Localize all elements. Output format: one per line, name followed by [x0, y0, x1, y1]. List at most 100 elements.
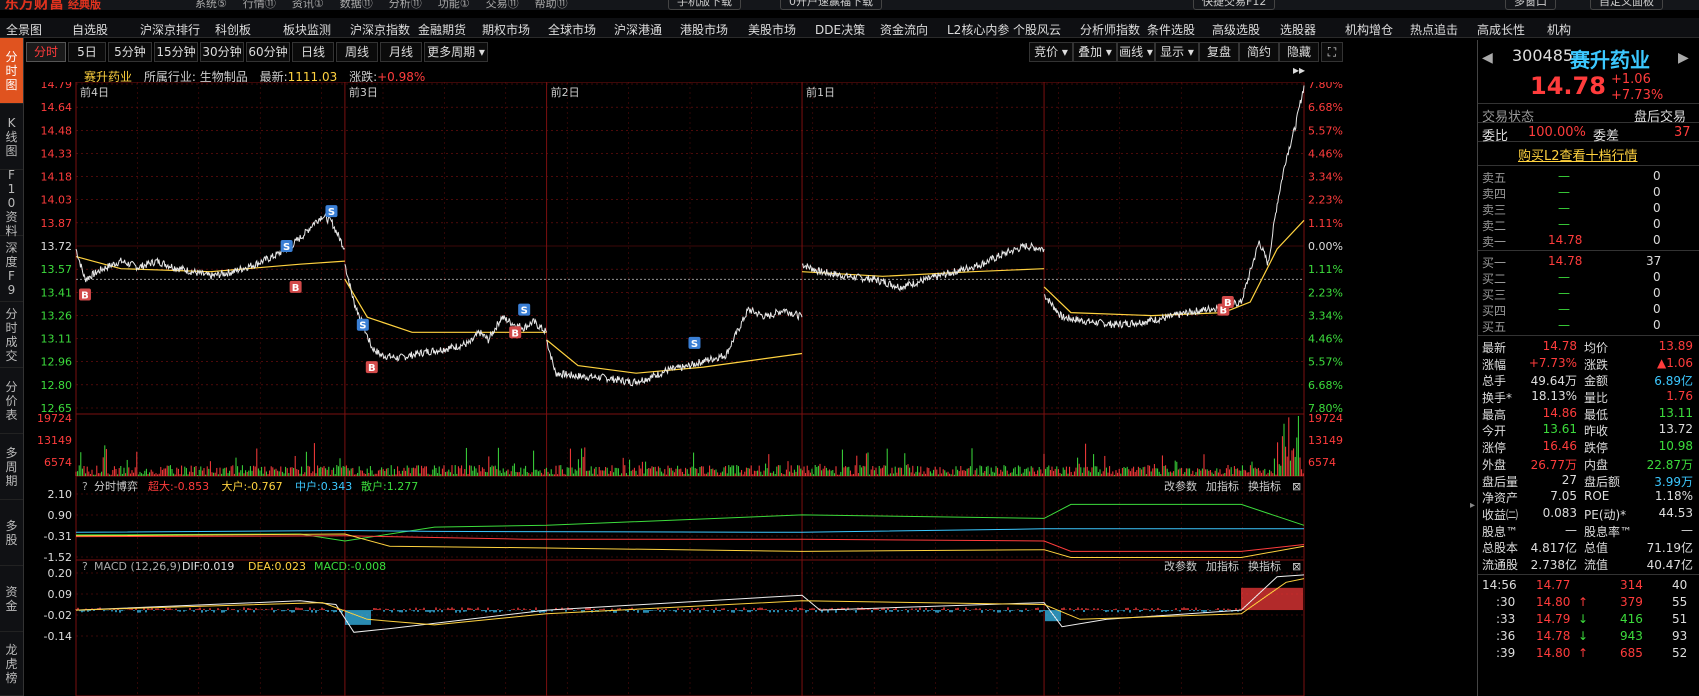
nav-item[interactable]: 全球市场 [548, 21, 596, 37]
period-tab[interactable]: 周线 [336, 42, 378, 62]
nav-item[interactable]: 沪深京排行 [140, 21, 200, 37]
nav-item[interactable]: 热点追击 [1410, 21, 1458, 37]
stat-label: 跌停 [1584, 441, 1609, 456]
nav-item[interactable]: 科创板 [215, 21, 251, 37]
stat-row: 最高 14.86 最低 13.11 [1478, 405, 1699, 422]
menu-analysis[interactable]: 分析⑪ [389, 0, 422, 10]
nav-item[interactable]: 个股风云 [1013, 21, 1061, 37]
custom-panel-button[interactable]: 自定义面板 [1590, 0, 1663, 10]
sidebar-tab[interactable]: 分价表 [0, 368, 23, 434]
period-tab[interactable]: 日线 [292, 42, 334, 62]
intraday-chart[interactable]: 14.79 7.80% 14.64 6.68% 14.48 5.57% 14.33 4.46%… [24, 82, 1474, 696]
avg-price-line [344, 278, 547, 333]
chart-toolbar-button[interactable]: 叠加 ▾ [1073, 42, 1117, 62]
sidebar-tab[interactable]: F10资料 [0, 168, 23, 238]
next-stock-icon[interactable]: ▶ [1678, 50, 1689, 66]
menu-trade[interactable]: 交易⑪ [486, 0, 519, 10]
sidebar-tab[interactable]: 资金 [0, 566, 23, 632]
period-tab[interactable]: 分时 [26, 42, 66, 62]
nav-item[interactable]: 高成长性 [1477, 21, 1525, 37]
signal-letter: B [511, 328, 519, 339]
chart-toolbar-button[interactable]: 显示 ▾ [1155, 42, 1199, 62]
arrow-down-icon: ↓ [1578, 611, 1589, 626]
period-tab[interactable]: 5分钟 [108, 42, 152, 62]
chart-toolbar-button[interactable]: 复盘 [1199, 42, 1239, 62]
sidebar-tab-char: 多 [5, 445, 18, 460]
period-tab[interactable]: 30分钟 [200, 42, 244, 62]
nav-item[interactable]: 港股市场 [680, 21, 728, 37]
nav-item[interactable]: DDE决策 [815, 21, 865, 37]
menu-data[interactable]: 数据⑪ [340, 0, 373, 10]
nav-item[interactable]: 板块监测 [283, 21, 331, 37]
menu-help[interactable]: 帮助⑪ [535, 0, 568, 10]
nav-item[interactable]: 沪深京指数 [350, 21, 410, 37]
nav-item[interactable]: 期权市场 [482, 21, 530, 37]
tick-row: :36 14.78 ↓ 943 93 [1478, 628, 1699, 645]
vol-tick-label: 6574 [1308, 456, 1336, 469]
chart-toolbar-button[interactable]: 简约 [1239, 42, 1279, 62]
stat-row: 收益㈡ 0.083 PE(动)* 44.53 [1478, 505, 1699, 522]
indicator-value: 散户:1.277 [361, 479, 418, 493]
buy-orders: 买一 14.78 37 买二 —0 买三 —0 买四 —0 买五 —0 [1478, 251, 1699, 336]
order-level-row: 卖四 —0 [1478, 184, 1699, 201]
nav-item[interactable]: 高级选股 [1212, 21, 1260, 37]
day-label: 前3日 [349, 85, 378, 99]
y-pct-label: 4.46% [1308, 333, 1343, 346]
tick-price: 14.80 [1536, 594, 1571, 609]
nav-item[interactable]: L2核心内参 [947, 21, 1009, 37]
nav-item[interactable]: 美股市场 [748, 21, 796, 37]
menu-news[interactable]: 资讯① [292, 0, 324, 10]
nav-item[interactable]: 资金流向 [880, 21, 928, 37]
nav-item[interactable]: 选股器 [1280, 21, 1316, 37]
order-level-row: 买四 —0 [1478, 301, 1699, 318]
sidebar-tab-char: 时 [5, 320, 18, 335]
y-tick-label: 13.87 [41, 217, 73, 230]
order-level-volume: 0 [1653, 270, 1661, 284]
menu-system[interactable]: 系统⑤ [195, 0, 227, 10]
tick-volume: 685 [1620, 645, 1643, 660]
sidebar-tab[interactable]: 深度F9 [0, 236, 23, 302]
sidebar-tab-char: K [7, 115, 16, 130]
nav-item[interactable]: 自选股 [72, 21, 108, 37]
period-tab[interactable]: 月线 [380, 42, 422, 62]
quick-trade-button[interactable]: 快捷交易F12 [1193, 0, 1276, 10]
panel-collapse-handle[interactable]: ▸ [1470, 500, 1475, 511]
prev-stock-icon[interactable]: ◀ [1482, 50, 1493, 66]
chart-toolbar-button[interactable]: 竞价 ▾ [1029, 42, 1073, 62]
sidebar-tab[interactable]: 多周期 [0, 434, 23, 500]
multi-window-button[interactable]: 多窗口 [1505, 0, 1556, 10]
menu-quote[interactable]: 行情⑪ [243, 0, 276, 10]
sidebar-tab[interactable]: 多股 [0, 500, 23, 566]
sidebar-tab[interactable]: K线图 [0, 104, 23, 170]
period-tab[interactable]: 5日 [68, 42, 106, 62]
nav-item[interactable]: 分析师指数 [1080, 21, 1140, 37]
nav-item[interactable]: 全景图 [6, 21, 42, 37]
tick-list: 14:56 14.77 314 40:30 14.80 ↑ 379 55:33 14.79 ↓… [1478, 575, 1699, 664]
nav-item[interactable]: 条件选股 [1147, 21, 1195, 37]
chart-toolbar-button[interactable]: 隐藏 ▸▸ [1279, 42, 1319, 77]
period-tab[interactable]: 15分钟 [154, 42, 198, 62]
period-tab[interactable]: 更多周期 ▾ [424, 42, 488, 62]
mobile-download-button[interactable]: 手机版下载 [668, 0, 741, 10]
nav-item[interactable]: 金融期货 [418, 21, 466, 37]
stat-label: 流值 [1584, 557, 1609, 572]
y-tick-label: 13.41 [41, 286, 73, 299]
weicha-value: 37 [1674, 125, 1691, 140]
sidebar-tab-char: 图 [5, 77, 18, 92]
sidebar-tab[interactable]: 分时成交 [0, 302, 23, 368]
open-account-button[interactable]: 0开户速赢福下载 [780, 0, 882, 10]
chart-toolbar-button[interactable]: 画线 ▾ [1117, 42, 1155, 62]
nav-item[interactable]: 沪深港通 [614, 21, 662, 37]
nav-item[interactable]: 机构 [1547, 21, 1571, 37]
sidebar-tab[interactable]: 分时图 [0, 38, 23, 104]
order-level-label: 卖一 [1482, 235, 1507, 249]
sidebar-tab-char: 股 [5, 532, 18, 547]
menu-function[interactable]: 功能① [438, 0, 470, 10]
period-tab[interactable]: 60分钟 [246, 42, 290, 62]
indicator-button: 改参数 [1164, 559, 1197, 573]
buy-l2-link[interactable]: 购买L2查看十档行情 [1518, 145, 1638, 164]
fullscreen-icon[interactable]: ⛶ [1321, 42, 1343, 62]
nav-item[interactable]: 机构增仓 [1345, 21, 1393, 37]
stat-value: 13.61 [1542, 422, 1577, 437]
sidebar-tab[interactable]: 龙虎榜 [0, 632, 23, 696]
